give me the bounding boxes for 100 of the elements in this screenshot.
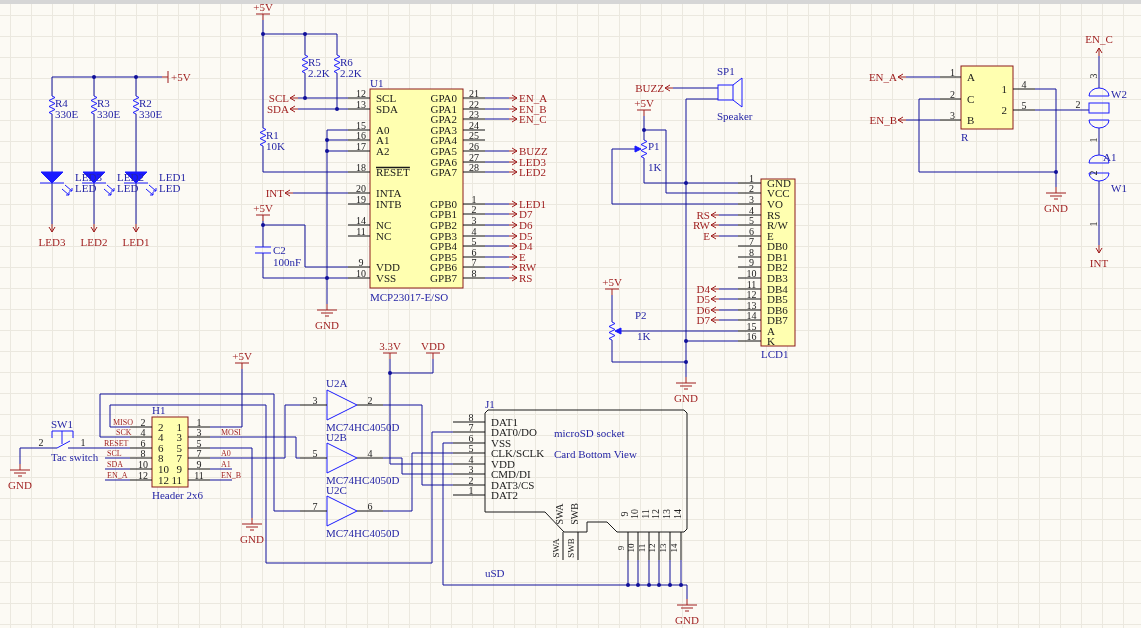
pin-name: GPB6: [430, 261, 457, 273]
pin-name: NC: [376, 219, 392, 231]
pin-name: A1: [376, 134, 390, 146]
pin-number: 1: [1087, 221, 1099, 227]
pin-name: GPB5: [430, 251, 457, 263]
pin-name: CMD/DI: [491, 468, 531, 480]
net-label: D7: [519, 208, 533, 220]
pin-number: 13: [658, 543, 668, 553]
pin-name: DB2: [767, 261, 788, 273]
designator-label: U1: [370, 77, 384, 89]
pin-number: 3: [749, 193, 754, 205]
pin-number: 1: [468, 484, 474, 496]
pin-name: DAT0/DO: [491, 426, 537, 438]
pin-number: 12: [356, 87, 366, 99]
pin-name: RESET: [375, 166, 411, 178]
pin-number: 4: [468, 453, 474, 465]
pin-number: 5: [471, 235, 477, 247]
note-text: microSD socket: [554, 427, 625, 439]
pin-name: 3: [176, 431, 182, 443]
pin-name: GPB4: [430, 240, 457, 252]
net-label: SCK: [116, 427, 132, 437]
power-label: +5V: [602, 276, 622, 288]
pin-name: GPA3: [430, 124, 457, 136]
pin-number: 5: [1021, 99, 1027, 111]
pin-name: NC: [376, 230, 392, 242]
pin-name: 14: [671, 509, 683, 519]
pin-number: 4: [749, 204, 754, 216]
net-label: SCL: [268, 92, 289, 104]
pin-name: 11: [171, 474, 182, 486]
pin-name: 13: [660, 509, 672, 519]
net-label: EN_B: [221, 470, 241, 480]
net-label: E: [519, 251, 526, 263]
power-label: GND: [315, 319, 339, 331]
pin-number: 7: [471, 256, 477, 268]
pin-number: 11: [194, 469, 204, 481]
pin-number: 4: [471, 225, 477, 237]
pin-name: DAT2: [491, 489, 518, 501]
value-label: 2.2K: [308, 67, 330, 79]
power-label: GND: [8, 479, 32, 491]
pin-number: 2: [1087, 170, 1099, 176]
net-label: D4: [519, 240, 533, 252]
power-label: +5V: [253, 202, 273, 214]
pin-name: SCL: [376, 92, 397, 104]
pin-name: 1: [1001, 83, 1007, 95]
net-label: A1: [221, 459, 231, 469]
net-label: EN_C: [519, 113, 547, 125]
pin-number: 19: [356, 193, 366, 205]
pin-name: DB1: [767, 251, 788, 263]
net-label: MOSI: [221, 427, 241, 437]
pin-number: 6: [749, 225, 754, 237]
pin-number: 13: [356, 98, 366, 110]
pin-number: 12: [746, 288, 757, 300]
designator-label: R4: [55, 97, 68, 109]
pin-number: 6: [468, 432, 474, 444]
power-label: +5V: [634, 97, 654, 109]
note-text: Card Bottom View: [554, 448, 637, 460]
pin-number: 3: [1087, 73, 1099, 79]
pin-number: 9: [749, 256, 754, 268]
pin-number: 3: [468, 463, 474, 475]
pin-name: GPB7: [430, 272, 457, 284]
pin-name: INTA: [376, 187, 402, 199]
pin-number: 2: [468, 474, 474, 486]
power-label: 3.3V: [379, 340, 401, 352]
net-label: RS: [696, 209, 710, 221]
designator-label: U2C: [326, 484, 347, 496]
pin-name: GPA0: [430, 92, 457, 104]
power-label: +5V: [171, 71, 191, 83]
pin-number: 23: [469, 108, 479, 120]
value-label: 330E: [55, 108, 79, 120]
pin-name: DB4: [767, 283, 788, 295]
pin-number: 7: [312, 500, 318, 512]
net-label: SDA: [267, 103, 289, 115]
net-label: EN_B: [869, 114, 897, 126]
pin-name: 10: [158, 463, 169, 475]
pin-name: SWB: [568, 503, 580, 525]
pin-number: 6: [471, 246, 477, 258]
pin-number: 9: [196, 458, 202, 470]
pin-name: GPA7: [430, 166, 457, 178]
pin-number: 21: [469, 87, 479, 99]
pin-name: DB6: [767, 304, 788, 316]
pin-number: 13: [746, 299, 757, 311]
pin-name: DAT3/CS: [491, 479, 535, 491]
pin-number: 6: [367, 500, 373, 512]
designator-label: U2B: [326, 431, 347, 443]
pin-name: A2: [376, 145, 390, 157]
net-label: RW: [692, 219, 710, 231]
designator-label: U2A: [326, 377, 348, 389]
designator-label: SW1: [51, 418, 73, 430]
net-label: D6: [519, 219, 533, 231]
pin-name: 4: [158, 431, 164, 443]
pin-name: 12: [158, 474, 169, 486]
pin-name: 7: [176, 452, 182, 464]
pin-name: CLK/SCLK: [491, 447, 545, 459]
designator-label: C2: [273, 244, 286, 256]
net-label: EN_A: [107, 470, 128, 480]
value-label: 100nF: [273, 256, 302, 268]
pin-number: 11: [637, 543, 647, 553]
pin-number: 4: [140, 426, 146, 438]
pin-number: 16: [746, 330, 757, 342]
designator-label: W1: [1111, 182, 1127, 194]
